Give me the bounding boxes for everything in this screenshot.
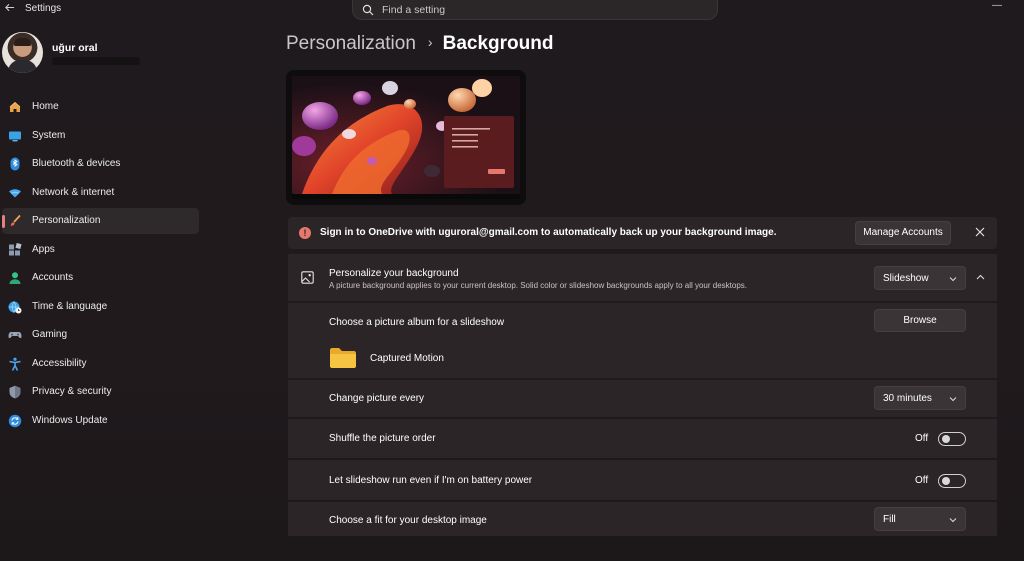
breadcrumb-parent[interactable]: Personalization (286, 33, 416, 54)
sidebar-item-label: Time & language (32, 300, 108, 312)
wallpaper-preview-image (292, 76, 520, 194)
album-title: Choose a picture album for a slideshow (329, 317, 505, 328)
shuffle-toggle[interactable] (938, 432, 966, 446)
fit-dropdown[interactable]: Fill (874, 507, 966, 531)
update-icon (8, 414, 22, 427)
chevron-down-icon (949, 277, 957, 282)
monitor-icon (9, 131, 21, 141)
sidebar-nav: Home System Bluetooth & devices Network … (0, 94, 200, 436)
back-button[interactable] (2, 2, 16, 16)
battery-state: Off (915, 475, 929, 486)
shuffle-state: Off (915, 433, 929, 444)
change-picture-interval-row: Change picture every 30 minutes (288, 379, 997, 417)
avatar (2, 32, 43, 73)
breadcrumb: Personalization › Background (286, 33, 553, 59)
sidebar-item-accounts[interactable]: Accounts (2, 265, 199, 291)
battery-slideshow-row: Let slideshow run even if I'm on battery… (288, 459, 997, 500)
sidebar-item-label: Accounts (32, 272, 74, 283)
profile-email-redacted (52, 57, 140, 65)
onedrive-banner: ! Sign in to OneDrive with uguroral@gmai… (288, 217, 997, 249)
sidebar-item-label: System (32, 129, 66, 141)
dropdown-value: Fill (883, 514, 896, 525)
sidebar-item-bluetooth[interactable]: Bluetooth & devices (2, 151, 199, 177)
sidebar-item-windows-update[interactable]: Windows Update (2, 408, 199, 434)
search-input[interactable] (382, 2, 702, 17)
sidebar-item-label: Network & internet (32, 186, 115, 198)
picture-album-row: Choose a picture album for a slideshow B… (288, 302, 997, 378)
folder-icon (330, 348, 356, 368)
search-icon (362, 4, 374, 16)
sidebar-item-personalization[interactable]: Personalization (2, 208, 199, 234)
app-title: Settings (25, 3, 62, 14)
chevron-up-icon[interactable] (976, 273, 985, 282)
search-box[interactable] (352, 0, 718, 20)
shuffle-title: Shuffle the picture order (329, 433, 436, 444)
battery-title: Let slideshow run even if I'm on battery… (329, 475, 533, 486)
sidebar-item-system[interactable]: System (2, 123, 199, 149)
battery-toggle[interactable] (938, 474, 966, 488)
brush-icon (10, 214, 21, 226)
browse-button[interactable]: Browse (874, 309, 966, 332)
bluetooth-icon (10, 157, 20, 171)
chevron-down-icon (949, 518, 957, 523)
sidebar-item-label: Gaming (32, 329, 68, 340)
sidebar-item-apps[interactable]: Apps (2, 237, 199, 263)
change-every-title: Change picture every (329, 393, 425, 404)
back-arrow-icon (4, 3, 14, 12)
breadcrumb-separator: › (427, 34, 433, 50)
page-title: Background (442, 33, 554, 54)
sidebar-item-label: Personalization (32, 215, 101, 226)
background-type-dropdown[interactable]: Slideshow (874, 266, 966, 290)
accessibility-icon (9, 357, 21, 371)
desktop-image-fit-row: Choose a fit for your desktop image Fill (288, 501, 997, 536)
apps-icon (9, 242, 22, 255)
home-icon (9, 101, 21, 112)
preview-taskbar (292, 194, 520, 199)
sidebar-item-label: Windows Update (32, 414, 108, 426)
sidebar-item-network[interactable]: Network & internet (2, 180, 199, 206)
fit-title: Choose a fit for your desktop image (329, 515, 487, 526)
profile-name: uğur oral (52, 42, 98, 54)
globe-clock-icon (8, 300, 22, 313)
chevron-down-icon (949, 397, 957, 402)
personalize-subtitle: A picture background applies to your cur… (329, 281, 748, 290)
minimize-button[interactable]: — (992, 0, 1002, 11)
user-profile[interactable]: uğur oral (2, 32, 202, 74)
sidebar-item-label: Bluetooth & devices (32, 158, 121, 169)
sidebar-item-privacy-security[interactable]: Privacy & security (2, 379, 199, 405)
close-icon[interactable] (973, 225, 987, 239)
sidebar-item-label: Accessibility (32, 357, 87, 369)
sidebar-item-label: Home (32, 101, 59, 112)
sidebar-item-home[interactable]: Home (2, 94, 199, 120)
shield-icon (9, 385, 21, 399)
preview-window (444, 116, 514, 188)
person-icon (9, 272, 21, 284)
background-settings: Personalize your background A picture ba… (288, 254, 997, 536)
sidebar-item-accessibility[interactable]: Accessibility (2, 351, 199, 377)
personalize-background-row: Personalize your background A picture ba… (288, 254, 997, 301)
dropdown-value: Slideshow (883, 273, 929, 284)
picture-icon (301, 271, 314, 284)
desktop-preview (286, 70, 526, 205)
sidebar-item-label: Privacy & security (32, 386, 112, 397)
dropdown-value: 30 minutes (883, 393, 932, 404)
sidebar-item-time-language[interactable]: Time & language (2, 294, 199, 320)
sidebar-item-gaming[interactable]: Gaming (2, 322, 199, 348)
banner-message: Sign in to OneDrive with uguroral@gmail.… (320, 227, 777, 238)
sidebar-item-label: Apps (32, 243, 55, 255)
personalize-title: Personalize your background (329, 268, 459, 279)
shuffle-row: Shuffle the picture order Off (288, 418, 997, 458)
gamepad-icon (8, 332, 22, 339)
error-info-icon: ! (299, 227, 311, 239)
manage-accounts-button[interactable]: Manage Accounts (855, 221, 951, 245)
interval-dropdown[interactable]: 30 minutes (874, 386, 966, 410)
album-folder-name[interactable]: Captured Motion (370, 353, 444, 364)
wifi-icon (9, 188, 21, 197)
